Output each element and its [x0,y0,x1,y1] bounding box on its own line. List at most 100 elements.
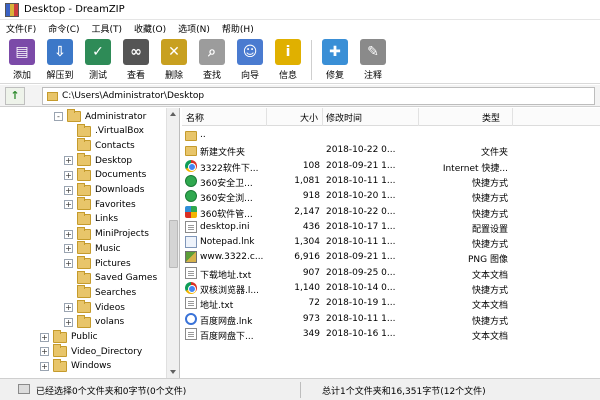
delete-button[interactable]: ✕ 删除 [155,37,193,82]
tree-item[interactable]: + Documents [64,167,146,183]
expand-icon[interactable]: + [64,317,73,327]
column-header-size[interactable]: 大小 [300,111,318,124]
expand-icon[interactable]: + [64,229,73,239]
tree-item[interactable]: + MiniProjects [64,226,149,242]
tree-item-label: Desktop [95,155,133,166]
folder-tree[interactable]: - Administrator .VirtualBox Contacts + Deskto… [0,108,180,378]
menu-item-3[interactable]: 收藏(O) [133,21,167,36]
tree-item[interactable]: + Downloads [64,182,145,198]
comment-button[interactable]: ✎ 注释 [354,37,392,82]
tree-item[interactable]: + volans [64,314,124,330]
expand-icon[interactable]: + [64,156,73,166]
toolbar-label: 信息 [278,71,297,81]
text-file-icon [185,266,197,279]
360-manager-icon [185,205,197,218]
text-file-icon [185,297,197,310]
tree-scrollbar[interactable] [166,108,179,378]
file-size: 907 [302,267,320,278]
tree-item[interactable]: + Windows [40,358,111,374]
tree-item-label: Downloads [95,185,145,195]
shortcut-icon [185,236,197,249]
scroll-thumb[interactable] [169,220,178,268]
expand-icon[interactable]: + [64,244,73,254]
column-divider[interactable] [322,108,323,126]
expand-icon[interactable]: + [40,332,49,342]
comment-icon: ✎ [360,39,386,65]
file-row[interactable]: 360安全浏... 918 2018-10-20 1... 快捷方式 [182,189,600,204]
tree-item[interactable]: + Pictures [64,256,131,271]
column-divider[interactable] [512,108,513,126]
column-header-type[interactable]: 类型 [482,111,500,124]
file-row[interactable]: 新建文件夹 2018-10-22 0... 文件夹 [182,143,600,158]
menu-item-1[interactable]: 命令(C) [47,21,80,36]
expand-icon[interactable]: + [64,200,73,210]
file-row[interactable]: Notepad.lnk 1,304 2018-10-11 1... 快捷方式 [182,235,600,250]
find-button[interactable]: ⌕ 查找 [193,37,231,82]
tree-item[interactable]: - Administrator [54,109,146,124]
folder-icon [53,358,67,372]
file-row[interactable]: .. [182,128,600,143]
column-header-date[interactable]: 修改时间 [326,111,362,124]
file-row[interactable]: www.3322.c... 6,916 2018-09-21 1... PNG 图像 [182,250,600,265]
tree-item[interactable]: Links [64,211,119,227]
expand-icon[interactable]: + [64,185,73,195]
view-button[interactable]: ∞ 查看 [117,37,155,82]
address-field[interactable]: C:\Users\Administrator\Desktop [42,87,595,105]
expand-icon[interactable]: + [64,170,73,180]
file-row[interactable]: 3322软件下... 108 2018-09-21 1... Internet 快捷.… [182,159,600,174]
collapse-icon[interactable]: - [54,112,63,121]
info-button[interactable]: i 信息 [269,37,307,82]
expand-icon[interactable]: + [64,303,73,313]
add-archive-button[interactable]: ▤ 添加 [3,37,41,82]
wizard-button[interactable]: ☺ 向导 [231,37,269,82]
menu-item-2[interactable]: 工具(T) [91,21,124,36]
folder-icon [77,138,91,152]
tree-item[interactable]: Contacts [64,138,135,153]
tree-item[interactable]: + Video_Directory [40,344,142,359]
repair-button[interactable]: ✚ 修复 [316,37,354,82]
test-button[interactable]: ✓ 测试 [79,37,117,82]
file-row[interactable]: 双核浏览器.l... 1,140 2018-10-14 0... 快捷方式 [182,281,600,296]
file-type: 快捷方式 [471,209,508,220]
tree-item[interactable]: + Desktop [64,153,132,168]
file-name: desktop.ini [200,221,250,232]
file-row[interactable]: 地址.txt 72 2018-10-19 1... 文本文档 [182,296,600,311]
folder-icon [77,314,91,328]
file-row[interactable]: 360安全卫... 1,081 2018-10-11 1... 快捷方式 [182,174,600,189]
tree-item[interactable]: Searches [64,285,136,300]
tree-item[interactable]: Saved Games [64,270,157,286]
folder-icon [77,270,91,284]
expand-icon[interactable]: + [40,347,49,357]
file-row[interactable]: 百度网盘.lnk 973 2018-10-11 1... 快捷方式 [182,312,600,327]
menu-item-5[interactable]: 帮助(H) [221,21,255,36]
folder-icon [77,241,91,255]
menu-item-4[interactable]: 选项(N) [177,21,211,36]
extract-button[interactable]: ⇩ 解压到 [41,37,79,82]
file-type: 快捷方式 [471,194,508,205]
menu-item-0[interactable]: 文件(F) [5,21,37,36]
column-header-name[interactable]: 名称 [186,111,204,124]
file-size: 973 [302,313,320,324]
tree-item[interactable]: + Public [40,329,98,345]
scroll-down-icon[interactable] [170,370,176,374]
column-divider[interactable] [266,108,267,126]
tree-item[interactable]: + Favorites [64,197,136,212]
wizard-icon: ☺ [237,39,263,65]
tree-item-label: .VirtualBox [95,126,144,137]
tree-item[interactable]: + Videos [64,300,125,315]
expand-icon[interactable]: + [64,259,73,268]
file-date: 2018-10-11 1... [326,313,396,324]
scroll-up-icon[interactable] [170,112,176,116]
column-divider[interactable] [418,108,419,126]
expand-icon[interactable]: + [40,361,49,371]
file-row[interactable]: 百度网盘下... 349 2018-10-16 1... 文本文档 [182,327,600,342]
file-row[interactable]: 360软件管... 2,147 2018-10-22 0... 快捷方式 [182,205,600,220]
up-folder-button[interactable]: ↑ [5,86,25,105]
tree-item[interactable]: + Music [64,241,121,256]
tree-item-label: Links [95,214,119,225]
file-row[interactable]: desktop.ini 436 2018-10-17 1... 配置设置 [182,220,600,235]
file-list[interactable]: 名称 大小 修改时间 类型 .. 新建文件夹 2018-10-22 0... 文件夹 3… [182,108,600,378]
file-date: 2018-09-21 1... [326,252,396,263]
tree-item[interactable]: .VirtualBox [64,123,144,139]
file-row[interactable]: 下载地址.txt 907 2018-09-25 0... 文本文档 [182,266,600,281]
